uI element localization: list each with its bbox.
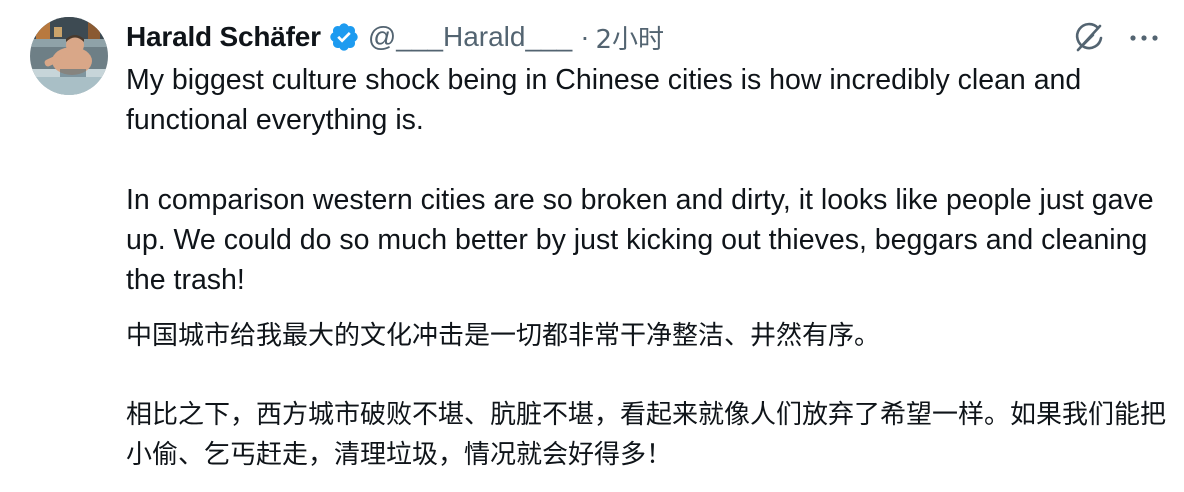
tweet-text-chinese-paragraph-1: 中国城市给我最大的文化冲击是一切都非常干净整洁、井然有序。 (126, 321, 881, 351)
verified-badge-icon (328, 21, 360, 53)
tweet-text-english-paragraph-2: In comparison western cities are so brok… (126, 184, 1154, 296)
tweet-text-chinese-paragraph-2: 相比之下，西方城市破败不堪、肮脏不堪，看起来就像人们放弃了希望一样。如果我们能把… (126, 400, 1167, 470)
grok-icon (1075, 22, 1103, 52)
author-display-name[interactable]: Harald Schäfer (126, 21, 321, 53)
more-options-icon (1130, 35, 1158, 41)
author-handle[interactable]: @___Harald___ (368, 21, 572, 53)
header-separator: · (580, 21, 590, 52)
tweet[interactable]: Harald Schäfer @___Harald___ · 2小时 My bi… (0, 0, 1184, 492)
more-options-button[interactable] (1124, 18, 1164, 58)
tweet-text-english-paragraph-1: My biggest culture shock being in Chines… (126, 64, 1082, 136)
grok-button[interactable] (1068, 18, 1108, 58)
tweet-header: Harald Schäfer @___Harald___ · 2小时 (126, 17, 664, 57)
avatar[interactable] (30, 17, 108, 95)
avatar-photo-icon (30, 17, 108, 95)
tweet-timestamp[interactable]: 2小时 (596, 19, 665, 56)
